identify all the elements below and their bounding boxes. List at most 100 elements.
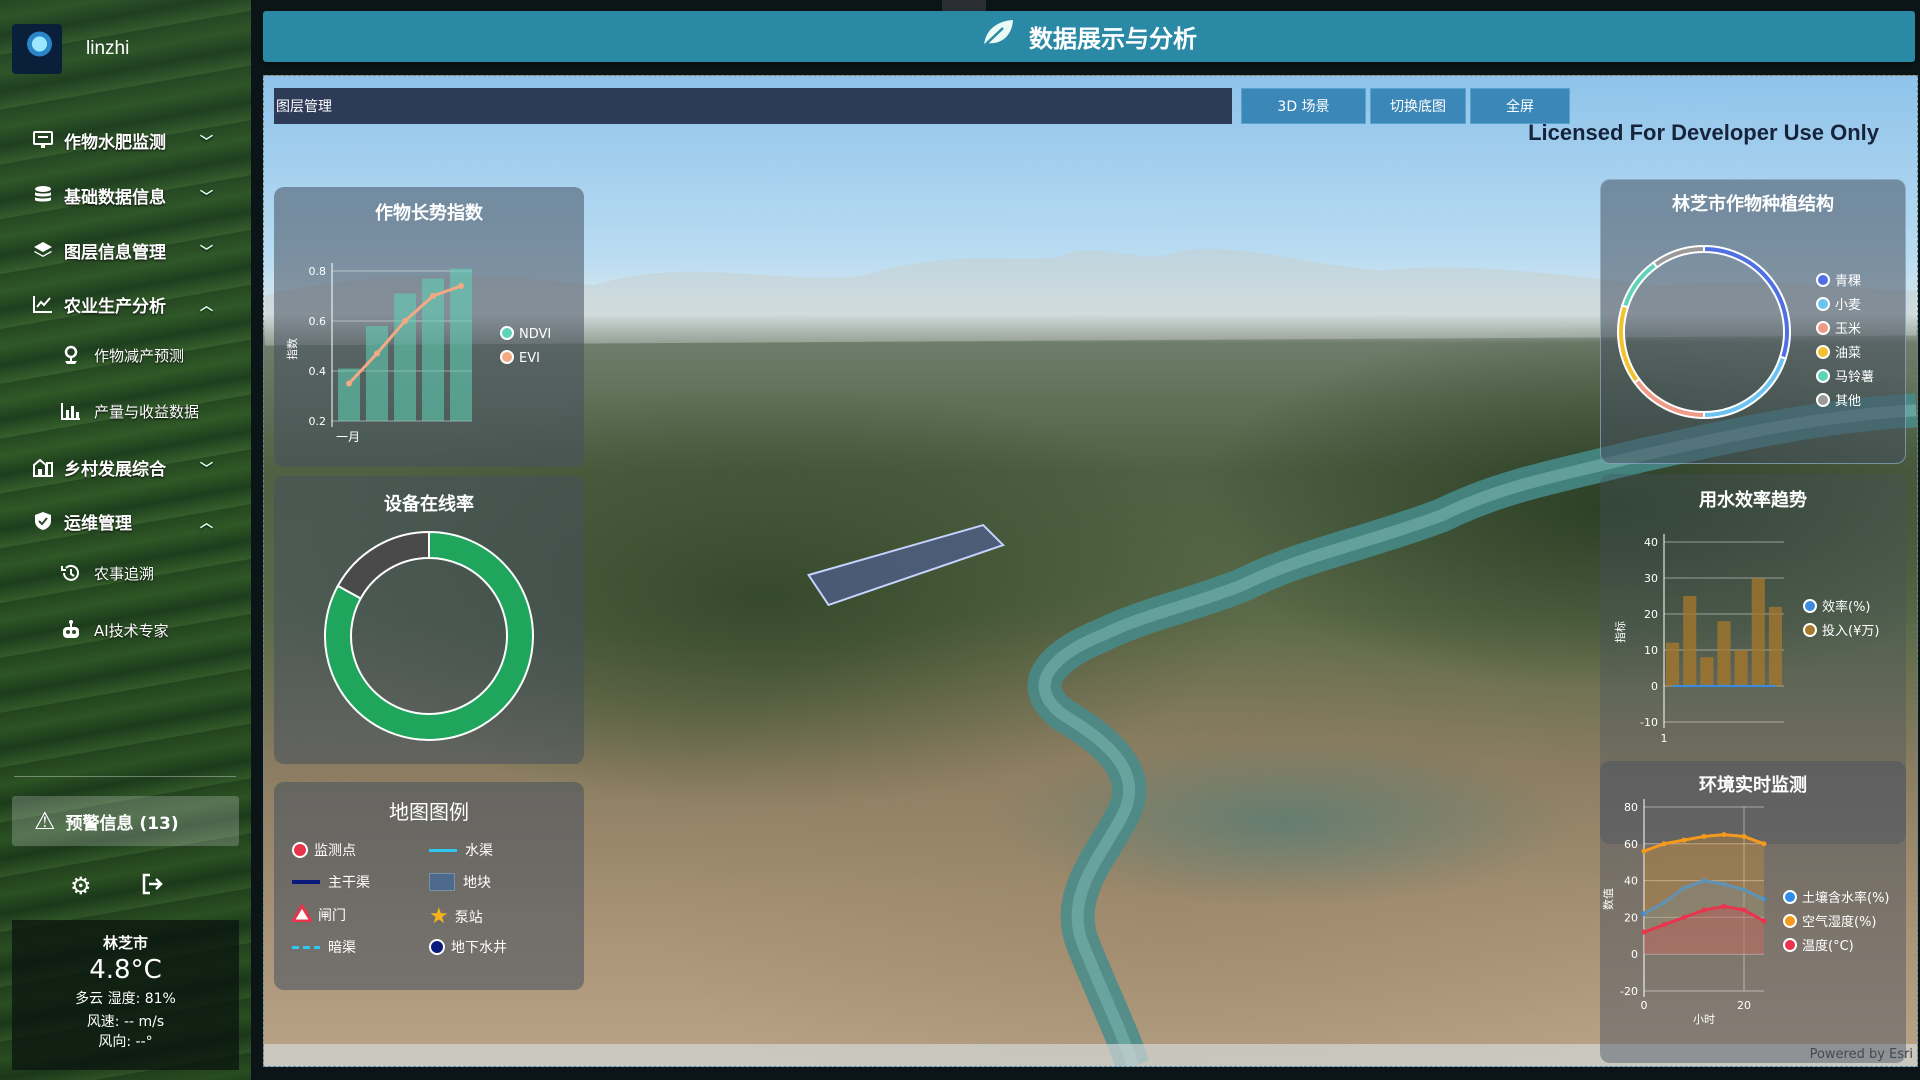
water-input-bar <box>1700 657 1714 686</box>
growth-evi-point <box>346 380 352 387</box>
monitor-icon <box>32 129 54 151</box>
page-title: 数据展示与分析 <box>1029 26 1197 53</box>
menu-item-rural-development[interactable]: 乡村发展综合 ﹀ <box>0 447 251 487</box>
legend-label: 主干渠 <box>328 875 370 891</box>
submenu-item-label: AI技术专家 <box>94 621 169 640</box>
submenu-item-ai-expert[interactable]: AI技术专家 <box>0 612 251 648</box>
weather-temp: 4.8°C <box>89 955 162 985</box>
chevron-up-icon[interactable]: ︿ <box>200 512 213 531</box>
culvert-icon <box>292 945 320 949</box>
weather-city: 林芝市 <box>102 934 148 952</box>
submenu-item-yield-reduction[interactable]: 作物减产预测 <box>0 337 251 373</box>
menu-item-basic-data[interactable]: 基础数据信息 ﹀ <box>0 175 251 215</box>
growth-evi-point <box>402 318 408 324</box>
growth-evi-point <box>458 283 464 289</box>
env-ytick-label: 60 <box>1624 838 1638 851</box>
history-icon <box>60 562 82 584</box>
map-legend-panel: 地图图例 监测点 水渠 主干渠 地块 闸门 ★ 泵站 暗渠 地下水井 <box>274 782 584 990</box>
user-profile[interactable]: linzhi <box>12 24 129 74</box>
env-monitor-panel: 环境实时监测 -20 0 20 40 60 80 0 20 小时 数值 土壤含水率(%) 空气湿度(%… <box>1600 761 1906 1063</box>
menu-item-production-analysis[interactable]: 农业生产分析 ︿ <box>0 284 251 324</box>
logout-icon[interactable] <box>140 872 164 902</box>
scene-toolbar: 3D 场景 切换底图 全屏 <box>1241 88 1570 124</box>
chevron-down-icon[interactable]: ﹀ <box>200 131 213 150</box>
building-icon <box>32 456 54 478</box>
robot-icon <box>60 619 82 641</box>
growth-index-panel: 作物长势指数 0.2 0.4 0.6 0.8 指数 一月 NDVI EVI <box>274 187 584 467</box>
growth-ylabel: 指数 <box>285 338 299 360</box>
env-series-point <box>1741 833 1747 839</box>
legend-label: 监测点 <box>314 843 356 859</box>
submenu-item-farm-trace[interactable]: 农事追溯 <box>0 555 251 591</box>
env-series-point <box>1721 832 1727 838</box>
env-series-point <box>1641 929 1647 935</box>
env-series-point <box>1641 848 1647 854</box>
bar-chart-icon <box>60 400 82 422</box>
layer-management-bar[interactable]: 图层管理 <box>274 88 1232 124</box>
leaf-icon <box>981 18 1015 56</box>
env-ytick-label: 20 <box>1624 911 1638 924</box>
structure-slice <box>1633 377 1705 420</box>
legend-label: 水渠 <box>465 843 493 859</box>
main-canal-icon <box>292 880 320 884</box>
legend-item-gate: 闸门 <box>290 903 346 926</box>
structure-slice <box>1703 244 1791 360</box>
submenu-item-label: 产量与收益数据 <box>94 402 200 421</box>
legend-item-monitoring-point: 监测点 <box>292 840 356 860</box>
env-ytick-label: 80 <box>1624 801 1638 814</box>
layers-icon <box>32 239 54 261</box>
fullscreen-button[interactable]: 全屏 <box>1470 88 1570 124</box>
water-ytick-label: -10 <box>1640 716 1658 729</box>
weather-widget: 林芝市 4.8°C 多云 湿度: 81% 风速: -- m/s 风向: --° <box>12 920 239 1070</box>
menu-item-label: 作物水肥监测 <box>64 132 166 153</box>
structure-slice <box>1652 244 1705 269</box>
database-icon <box>32 184 54 206</box>
water-legend-label: 效率(%) <box>1822 599 1871 615</box>
license-watermark: Licensed For Developer Use Only <box>1528 120 1879 145</box>
sidebar: linzhi 作物水肥监测 ﹀ 基础数据信息 ﹀ 图层信息管理 ﹀ 农业生产分析… <box>0 0 251 1080</box>
env-series-point <box>1741 907 1747 913</box>
legend-label: 地块 <box>463 875 491 891</box>
chevron-down-icon[interactable]: ﹀ <box>200 458 213 477</box>
growth-legend-marker <box>500 350 514 364</box>
water-input-bar <box>1768 606 1782 686</box>
3d-scene-button[interactable]: 3D 场景 <box>1241 88 1366 124</box>
menu-item-ops-management[interactable]: 运维管理 ︿ <box>0 501 251 541</box>
crop-structure-panel: 林芝市作物种植结构 青稞 小麦 玉米 油菜 马铃薯 其他 <box>1600 179 1906 464</box>
env-xlabel: 小时 <box>1693 1013 1715 1026</box>
switch-basemap-button[interactable]: 切换底图 <box>1370 88 1466 124</box>
legend-item-canal: 水渠 <box>429 840 493 860</box>
structure-legend-marker <box>1816 273 1830 287</box>
water-input-bar <box>1666 642 1680 686</box>
chevron-down-icon[interactable]: ﹀ <box>200 186 213 205</box>
legend-item-pump-station: ★ 泵站 <box>429 904 483 929</box>
env-legend-marker <box>1783 914 1797 928</box>
env-series-point <box>1681 914 1687 920</box>
water-input-bar <box>1734 650 1748 686</box>
gear-icon[interactable]: ⚙ <box>70 872 92 902</box>
env-legend-marker <box>1783 890 1797 904</box>
growth-ytick-label: 0.2 <box>309 415 327 428</box>
env-ytick-label: -20 <box>1620 985 1638 998</box>
menu-item-label: 图层信息管理 <box>64 242 166 263</box>
chevron-up-icon[interactable]: ︿ <box>200 295 213 314</box>
legend-label: 泵站 <box>454 909 483 926</box>
env-series-point <box>1661 922 1667 928</box>
menu-item-crop-water-fertilizer[interactable]: 作物水肥监测 ﹀ <box>0 120 251 160</box>
online-slice <box>336 530 430 600</box>
alert-button[interactable]: ⚠ 预警信息 (13) <box>12 796 239 846</box>
legend-label: 暗渠 <box>328 940 356 956</box>
legend-item-culvert: 暗渠 <box>292 937 356 957</box>
weather-wind-direction: 风向: --° <box>98 1034 153 1050</box>
avatar[interactable] <box>12 24 62 74</box>
growth-evi-point <box>374 350 380 357</box>
structure-slice <box>1703 355 1788 420</box>
water-ytick-label: 30 <box>1644 572 1658 585</box>
map-scene[interactable]: 图层管理 3D 场景 切换底图 全屏 Licensed For Develope… <box>263 75 1918 1067</box>
plant-icon <box>60 344 82 366</box>
shield-icon <box>32 510 54 532</box>
menu-item-layer-info[interactable]: 图层信息管理 ﹀ <box>0 230 251 270</box>
chevron-down-icon[interactable]: ﹀ <box>200 241 213 260</box>
submenu-item-yield-revenue[interactable]: 产量与收益数据 <box>0 393 251 429</box>
env-legend-label: 温度(°C) <box>1802 938 1854 954</box>
